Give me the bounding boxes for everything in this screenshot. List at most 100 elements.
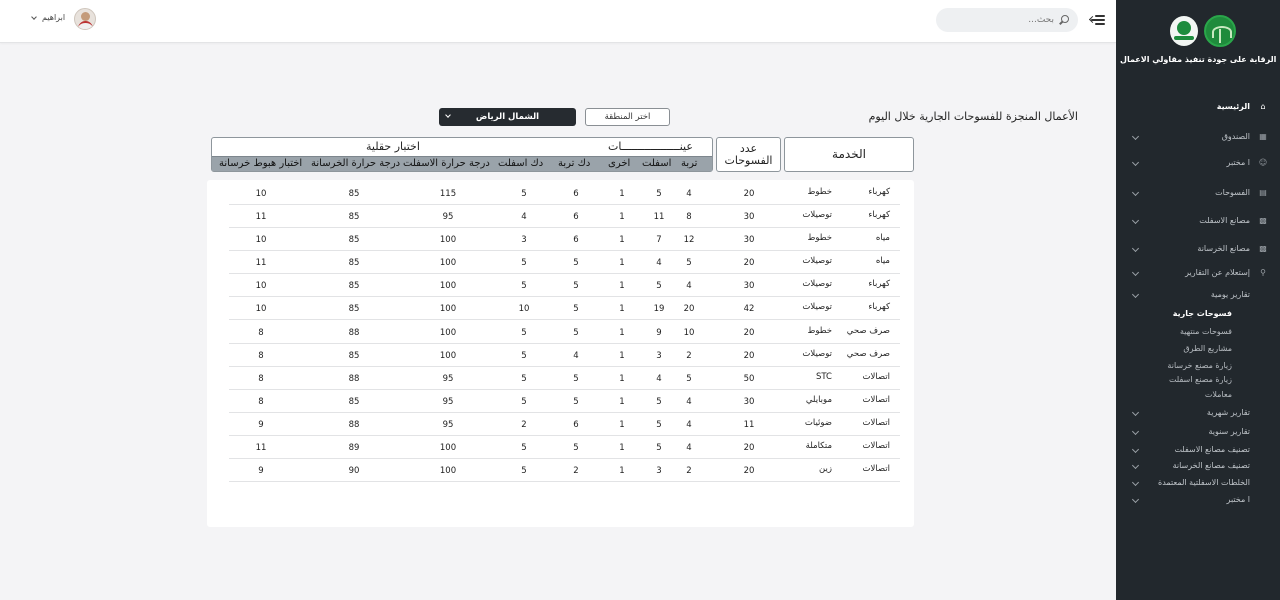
cell-other: 1 [619,258,625,268]
cell-type: خطوط [807,187,832,197]
subheader-asphalt-compaction: دك اسفلت [498,158,544,169]
cell-asph-comp: 5 [521,443,527,453]
table-row: صرف صحي خطوط 20 10 9 1 5 5 100 88 8 [229,321,900,344]
table-row: اتصالات متكاملة 20 4 5 1 5 5 100 89 11 [229,436,900,459]
sidebar-item-concrete-classification[interactable]: تصنيف مصانع الخرسانة [1116,458,1280,474]
choose-region-button[interactable]: اختر المنطقة [585,108,670,126]
sidebar-item-daily-reports[interactable]: تقارير يومية [1116,287,1280,303]
cell-conc-temp: 85 [348,304,360,314]
cell-conc-temp: 90 [348,466,360,476]
top-header: ابراهيم [0,0,1116,43]
cell-soil-comp: 5 [573,258,579,268]
sidebar-item-fund[interactable]: ▦ الصندوق [1116,129,1280,145]
cell-count: 50 [743,374,755,384]
cell-other: 1 [619,374,625,384]
table-row: كهرباء خطوط 20 4 5 1 6 5 115 85 10 [229,182,900,205]
cell-conc-temp: 85 [348,397,360,407]
cell-asph-comp: 5 [521,351,527,361]
cell-conc-temp: 85 [348,281,360,291]
cell-count: 42 [743,304,755,314]
sidebar-item-lab[interactable]: ☺ ا مختبر [1116,155,1280,171]
cell-count: 20 [743,328,755,338]
chevron-down-icon [1131,495,1140,504]
cell-asph-comp: 5 [521,466,527,476]
cell-asphalt: 5 [656,397,662,407]
user-menu[interactable]: ابراهيم [30,8,100,32]
cell-soil: 4 [686,420,692,430]
header-subcolumns: تربة اسفلت اخرى دك تربة دك اسفلت درجة حر… [212,156,712,171]
sidebar-item-monthly-reports[interactable]: تقارير شهرية [1116,405,1280,421]
home-icon: ⌂ [1260,102,1266,111]
cell-asph-temp: 100 [439,258,457,268]
sidebar-item-asphalt-classification[interactable]: تصنيف مصانع الاسفلت [1116,442,1280,458]
cell-soil-comp: 5 [573,328,579,338]
cell-asph-comp: 5 [521,374,527,384]
cell-slump: 8 [258,374,264,384]
cell-soil-comp: 5 [573,281,579,291]
cell-type: ضوئيات [804,418,832,428]
cell-asphalt: 3 [656,466,662,476]
cell-service: كهرباء [868,302,890,312]
sidebar-item-transactions[interactable]: معاملات [1116,387,1280,403]
search-box[interactable] [936,8,1078,32]
table-row: مياه توصيلات 20 5 4 1 5 5 100 85 11 [229,251,900,274]
cell-soil: 5 [686,374,692,384]
search-icon: ⚲ [1260,268,1266,277]
secretariat-logo [1204,15,1236,47]
cell-soil: 4 [686,397,692,407]
cell-service: اتصالات [862,372,890,382]
cell-other: 1 [619,189,625,199]
cell-conc-temp: 85 [348,212,360,222]
sidebar-item-approved-mixes[interactable]: الخلطات الاسفلتية المعتمدة [1116,475,1280,491]
cell-asphalt: 4 [656,258,662,268]
logos [1116,14,1280,50]
cell-conc-temp: 88 [348,374,360,384]
search-input[interactable] [946,12,1054,28]
cell-service: صرف صحي [846,326,890,336]
cell-soil: 5 [686,258,692,268]
sidebar-item-concrete-plants[interactable]: ▩ مصانع الخرسانة [1116,241,1280,257]
sidebar-item-lab-2[interactable]: ا مختبر [1116,492,1280,508]
sidebar-item-ongoing-permits[interactable]: فسوحات جارية [1116,306,1280,322]
region-select[interactable]: الشمال الرياض [439,108,576,126]
cell-service: مياه [875,256,890,266]
cell-soil-comp: 4 [573,351,579,361]
chevron-down-icon [1131,268,1140,277]
ministry-logo [1170,16,1198,46]
cell-count: 20 [743,351,755,361]
cell-count: 11 [743,420,755,430]
cell-asph-temp: 100 [439,281,457,291]
cell-asph-comp: 5 [521,281,527,291]
sidebar-item-permits[interactable]: ▤ الفسوحات [1116,185,1280,201]
sidebar-item-asphalt-plants[interactable]: ▩ مصانع الاسفلت [1116,213,1280,229]
cell-asphalt: 5 [656,443,662,453]
chevron-down-icon[interactable] [31,14,37,20]
cell-asph-comp: 5 [521,189,527,199]
cell-service: كهرباء [868,210,890,220]
sidebar-item-home[interactable]: ⌂ الرئيسية [1116,99,1280,115]
sidebar-item-asphalt-visit[interactable]: زيارة مصنع اسفلت [1116,372,1280,388]
cell-type: توصيلات [802,279,832,289]
sidebar-item-road-projects[interactable]: مشاريع الطرق [1116,341,1280,357]
cell-soil-comp: 5 [573,443,579,453]
cell-type: متكاملة [805,441,832,451]
sidebar-item-reports-query[interactable]: ⚲ إستعلام عن التقارير [1116,265,1280,281]
cell-asph-temp: 100 [439,304,457,314]
sidebar-item-annual-reports[interactable]: تقارير سنوية [1116,424,1280,440]
cell-type: STC [815,372,832,382]
cell-soil-comp: 6 [573,212,579,222]
cell-type: خطوط [807,233,832,243]
avatar[interactable] [74,8,96,30]
cell-type: توصيلات [802,302,832,312]
sidebar-item-finished-permits[interactable]: فسوحات منتهية [1116,324,1280,340]
cell-soil: 2 [686,351,692,361]
cell-slump: 10 [255,281,267,291]
cell-service: مياه [875,233,890,243]
box-icon: ▦ [1259,132,1267,141]
cell-asph-temp: 100 [439,466,457,476]
menu-toggle-icon[interactable] [1088,13,1105,27]
factory-icon: ▩ [1259,216,1267,225]
table-row: صرف صحي توصيلات 20 2 3 1 4 5 100 85 8 [229,344,900,367]
cell-other: 1 [619,397,625,407]
subheader-concrete-temp: درجة حرارة الخرسانة [311,158,401,169]
